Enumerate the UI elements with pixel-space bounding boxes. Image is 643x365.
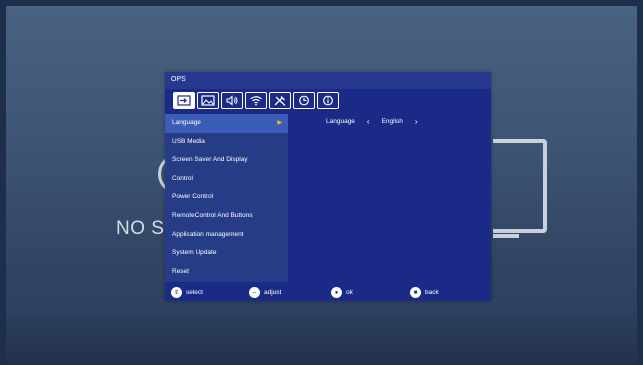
tools-icon — [274, 96, 286, 106]
tab-info[interactable] — [317, 92, 339, 109]
monitor-stand — [493, 234, 519, 238]
sound-icon — [226, 95, 238, 106]
ok-key-icon: ● — [331, 287, 342, 298]
menu-item-label: Language — [172, 119, 201, 126]
tab-timer[interactable] — [293, 92, 315, 109]
tab-tools[interactable] — [269, 92, 291, 109]
hint-ok: ● ok — [331, 287, 353, 298]
menu-item-power-control[interactable]: Power Control — [165, 188, 288, 207]
hint-select-label: select — [186, 289, 203, 296]
tab-sound[interactable] — [221, 92, 243, 109]
tab-bar — [173, 92, 339, 110]
tab-network[interactable] — [245, 92, 267, 109]
input-source-icon — [177, 95, 191, 106]
bottom-band — [6, 314, 637, 362]
wifi-icon — [250, 96, 262, 106]
leftright-key-icon: ⇔ — [249, 287, 260, 298]
menu-item-remote-control[interactable]: RemoteControl And Buttons — [165, 207, 288, 226]
osd-title-bar: OPS — [165, 72, 491, 89]
hint-back: ■ back — [410, 287, 439, 298]
tab-input-source[interactable] — [173, 92, 195, 109]
info-icon — [323, 95, 333, 106]
monitor-icon — [493, 139, 547, 233]
hint-adjust: ⇔ adjust — [249, 287, 281, 298]
back-key-icon: ■ — [410, 287, 421, 298]
menu-item-usb-media[interactable]: USB Media — [165, 133, 288, 152]
setting-label: Language — [326, 118, 355, 125]
timer-icon — [299, 95, 309, 106]
chevron-left-icon[interactable]: ‹ — [367, 117, 370, 126]
hint-ok-label: ok — [346, 289, 353, 296]
hint-back-label: back — [425, 289, 439, 296]
updown-key-icon: ⇕ — [171, 287, 182, 298]
footer-hints: ⇕ select ⇔ adjust ● ok ■ back — [165, 285, 491, 301]
menu-item-system-update[interactable]: System Update — [165, 244, 288, 263]
tab-picture[interactable] — [197, 92, 219, 109]
no-signal-text: NO S — [116, 218, 165, 239]
menu-item-control[interactable]: Control — [165, 170, 288, 189]
hint-select: ⇕ select — [171, 287, 203, 298]
menu-item-language[interactable]: Language ▶ — [165, 114, 288, 133]
menu-item-application-management[interactable]: Application management — [165, 226, 288, 245]
language-setting-row[interactable]: Language ‹ English › — [326, 117, 418, 126]
osd-title: OPS — [171, 76, 186, 83]
picture-icon — [201, 95, 215, 106]
menu-item-reset[interactable]: Reset — [165, 263, 288, 282]
arrow-right-icon: ▶ — [277, 120, 282, 126]
chevron-right-icon[interactable]: › — [415, 117, 418, 126]
hint-adjust-label: adjust — [264, 289, 282, 296]
setting-value: English — [381, 118, 403, 125]
menu-item-screen-saver[interactable]: Screen Saver And Display — [165, 151, 288, 170]
osd-menu: OPS Language ▶ USB Media Screen Saver An… — [165, 72, 491, 301]
settings-menu: Language ▶ USB Media Screen Saver And Di… — [165, 114, 288, 282]
